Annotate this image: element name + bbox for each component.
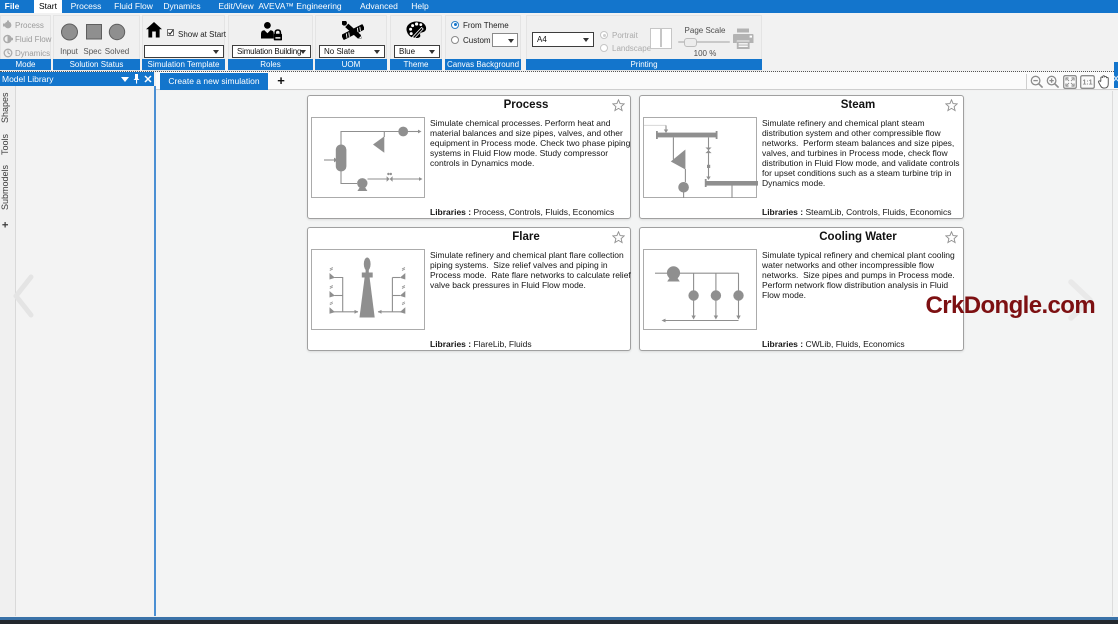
- svg-text:1:1: 1:1: [1082, 80, 1092, 87]
